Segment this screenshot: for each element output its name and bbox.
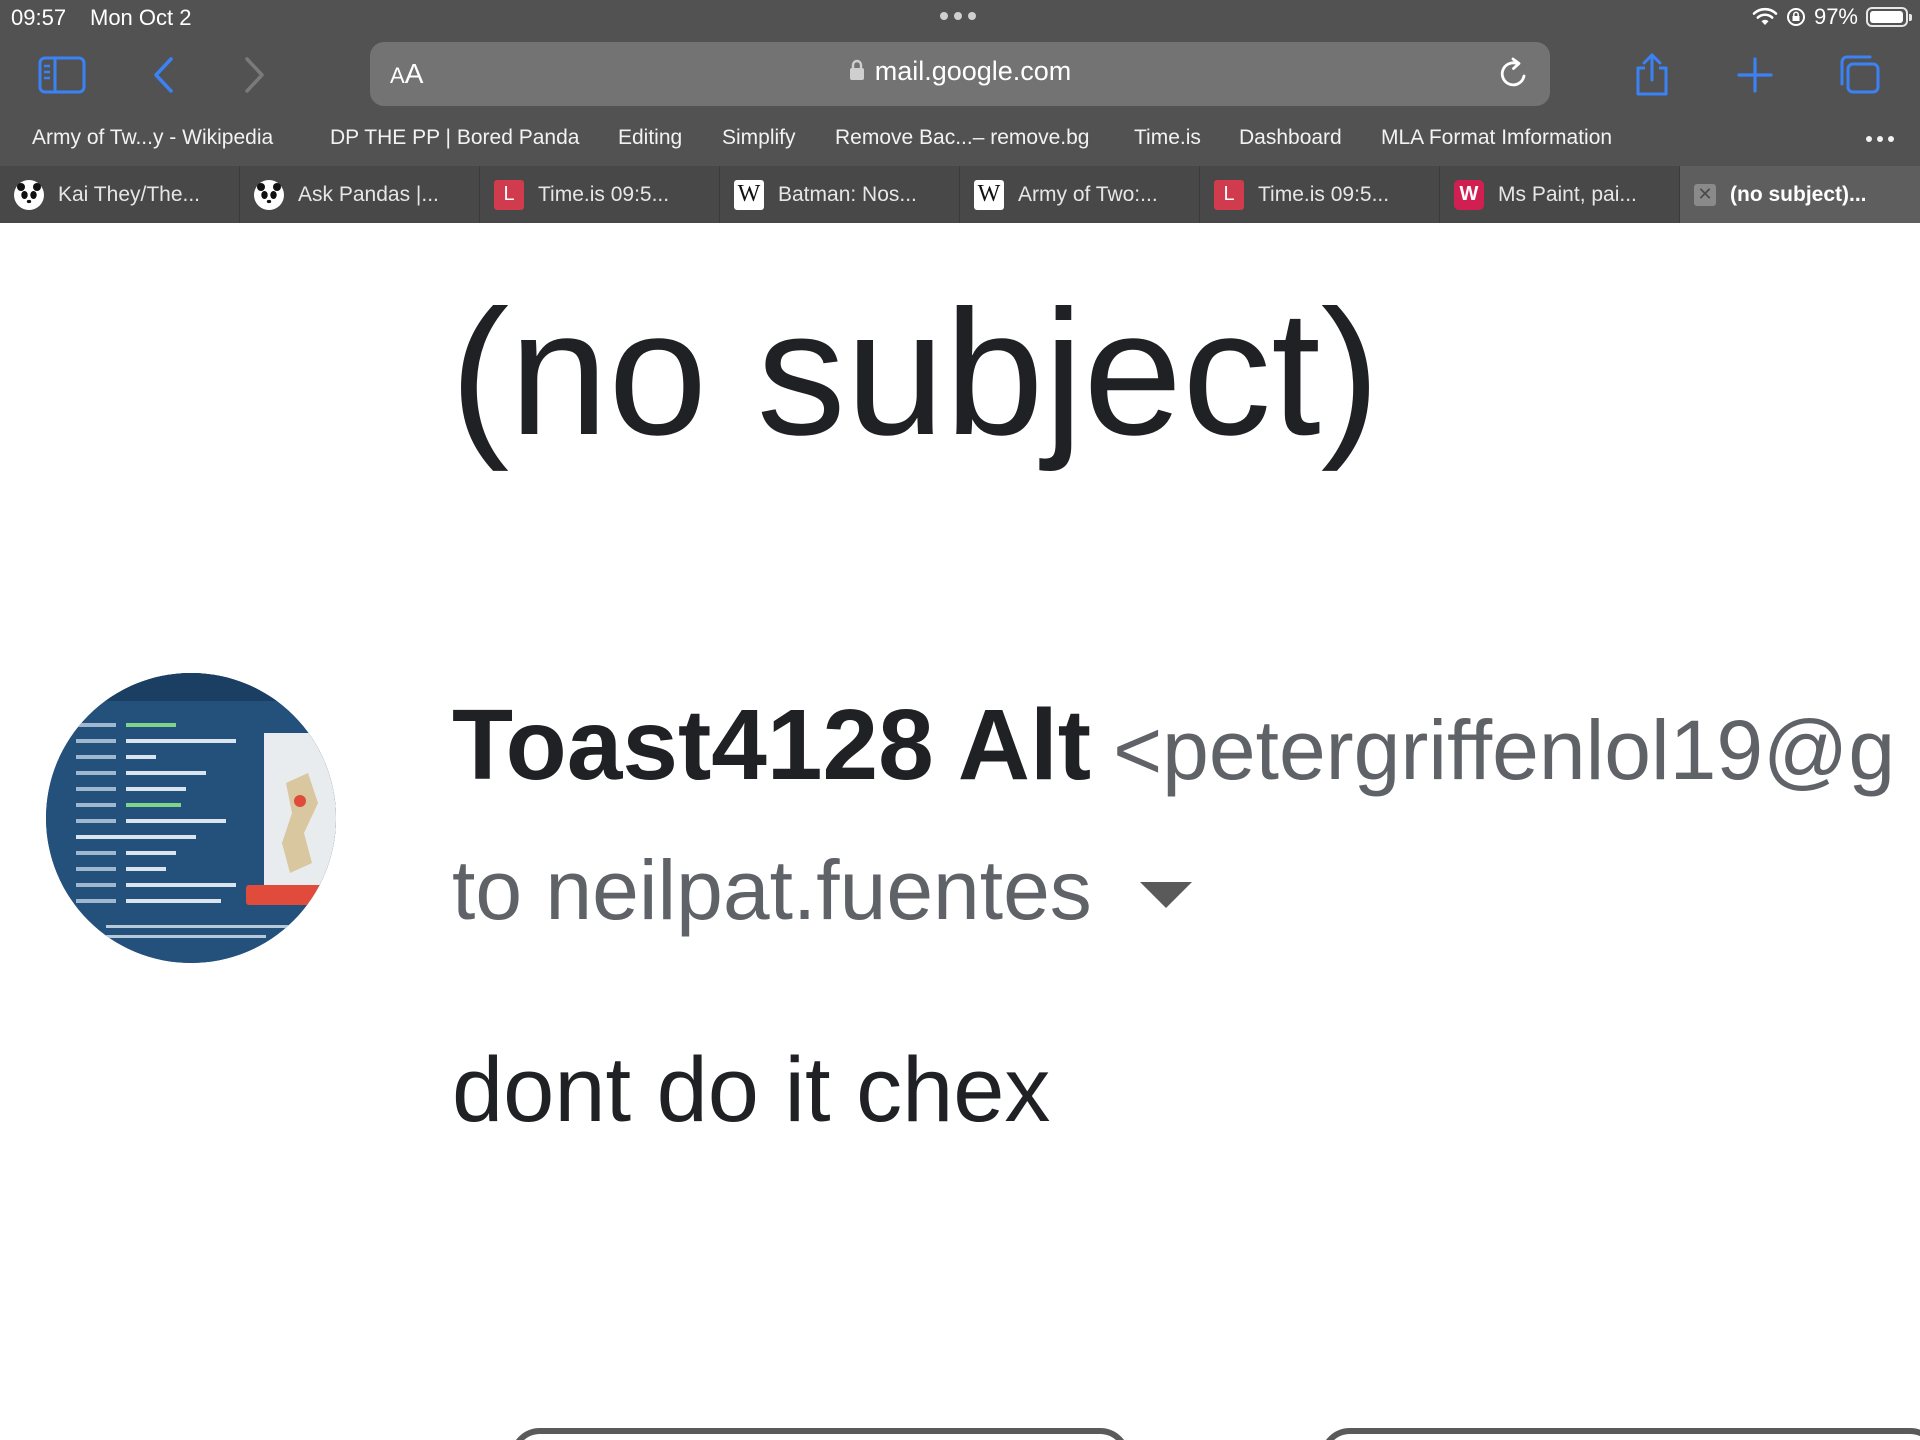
forward-email-button[interactable] xyxy=(1320,1428,1920,1440)
url-text: mail.google.com xyxy=(874,56,1072,86)
share-button[interactable] xyxy=(1625,52,1679,98)
tab-title: Time.is 09:5... xyxy=(538,182,670,206)
tab-title: (no subject)... xyxy=(1730,182,1867,206)
battery-percentage: 97% xyxy=(1813,4,1858,29)
time-is-icon: L xyxy=(1214,179,1244,210)
reload-button[interactable] xyxy=(1498,56,1530,95)
bookmark-item[interactable]: Army of Tw...y - Wikipedia xyxy=(32,126,273,150)
more-bookmarks-icon[interactable] xyxy=(1866,136,1894,142)
status-time: 09:57 xyxy=(11,5,67,30)
tab-ask-pandas[interactable]: Ask Pandas |... xyxy=(240,166,480,223)
bookmark-item[interactable]: DP THE PP | Bored Panda xyxy=(330,126,579,150)
tab-strip: Kai They/The... Ask Pandas |... L Time.i… xyxy=(0,166,1920,223)
chevron-right-icon xyxy=(245,57,264,93)
tab-batman[interactable]: W Batman: Nos... xyxy=(720,166,960,223)
tab-title: Kai They/The... xyxy=(58,182,201,206)
tab-ms-paint[interactable]: W Ms Paint, pai... xyxy=(1440,166,1680,223)
bookmark-item[interactable]: Editing xyxy=(618,126,682,150)
bookmark-item[interactable]: Remove Bac...– remove.bg xyxy=(835,126,1089,150)
email-subject: (no subject) xyxy=(450,273,1380,472)
sidebar-icon xyxy=(38,56,86,94)
wifi-icon xyxy=(1752,7,1778,25)
tab-title: Time.is 09:5... xyxy=(1258,182,1390,206)
url-display[interactable]: mail.google.com xyxy=(370,56,1550,87)
battery-icon xyxy=(1866,7,1912,27)
status-bar: 09:57 Mon Oct 2 97% xyxy=(0,0,1920,36)
reload-icon xyxy=(1500,57,1526,87)
tabs-icon xyxy=(1840,55,1880,94)
sidebar-toggle-button[interactable] xyxy=(35,52,89,98)
battery-level xyxy=(1870,11,1903,23)
wikipedia-icon: W xyxy=(974,179,1004,210)
tab-army-of-two[interactable]: W Army of Two:... xyxy=(960,166,1200,223)
tab-time-is-2[interactable]: L Time.is 09:5... xyxy=(1200,166,1440,223)
email-body: dont do it chex xyxy=(452,1039,1051,1141)
bookmark-item[interactable]: MLA Format Imformation xyxy=(1381,126,1612,150)
tab-title: Batman: Nos... xyxy=(778,182,917,206)
wikipedia-icon: W xyxy=(734,179,764,210)
panda-icon xyxy=(254,179,284,210)
sender-email: <petergriffenlol19@g xyxy=(1113,703,1896,797)
forward-button[interactable] xyxy=(228,52,282,98)
tab-no-subject-active[interactable]: ✕ (no subject)... xyxy=(1680,166,1920,223)
multitasking-dots-icon[interactable] xyxy=(940,12,976,20)
bookmark-item[interactable]: Dashboard xyxy=(1239,126,1342,150)
tab-kai[interactable]: Kai They/The... xyxy=(0,166,240,223)
bookmarks-bar: Army of Tw...y - Wikipedia DP THE PP | B… xyxy=(0,122,1920,156)
paint-icon: W xyxy=(1454,179,1484,210)
sender-name[interactable]: Toast4128 Alt xyxy=(452,689,1091,801)
new-tab-button[interactable] xyxy=(1728,52,1782,98)
bookmark-item[interactable]: Simplify xyxy=(722,126,796,150)
time-is-icon: L xyxy=(494,179,524,210)
avatar-image xyxy=(46,673,336,963)
plus-icon xyxy=(1737,57,1773,93)
tab-title: Ask Pandas |... xyxy=(298,182,439,206)
tab-time-is[interactable]: L Time.is 09:5... xyxy=(480,166,720,223)
tab-title: Army of Two:... xyxy=(1018,182,1158,206)
status-date: Mon Oct 2 xyxy=(90,5,192,30)
panda-icon xyxy=(14,179,44,210)
tab-overview-button[interactable] xyxy=(1833,52,1887,98)
bookmark-item[interactable]: Time.is xyxy=(1134,126,1201,150)
reply-button[interactable] xyxy=(510,1428,1130,1440)
close-icon[interactable]: ✕ xyxy=(1694,183,1716,206)
chevron-left-icon xyxy=(154,57,173,93)
recipient-text: to neilpat.fuentes xyxy=(452,843,1092,937)
tab-title: Ms Paint, pai... xyxy=(1498,182,1637,206)
chevron-down-icon[interactable] xyxy=(1138,880,1194,910)
sender-line: Toast4128 Alt <petergriffenlol19@g xyxy=(452,688,1895,803)
sender-avatar[interactable] xyxy=(46,673,336,963)
orientation-lock-icon xyxy=(1786,8,1805,26)
lock-icon xyxy=(849,59,864,80)
browser-chrome: 09:57 Mon Oct 2 97% AA mail.google.com A… xyxy=(0,0,1920,223)
status-indicators: 97% xyxy=(1752,4,1912,30)
recipient-line[interactable]: to neilpat.fuentes xyxy=(452,842,1194,939)
share-icon xyxy=(1636,53,1668,96)
address-bar[interactable]: AA mail.google.com xyxy=(370,42,1550,106)
back-button[interactable] xyxy=(136,52,190,98)
